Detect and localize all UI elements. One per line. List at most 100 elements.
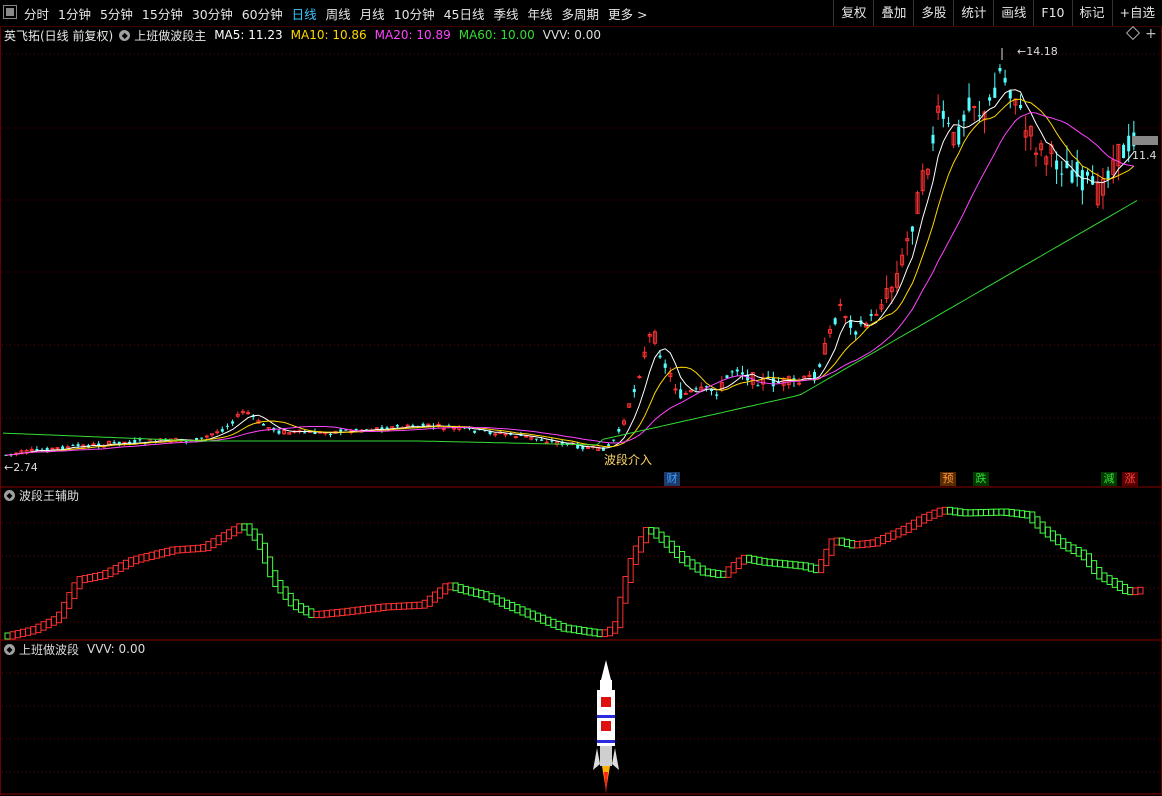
low-arrow-icon: ← — [4, 461, 14, 474]
candle-body-40 — [210, 433, 214, 436]
aux-step-13 — [71, 582, 78, 600]
aux-step-172 — [890, 530, 897, 540]
aux-step-121 — [627, 557, 634, 583]
candle-body-97 — [503, 433, 508, 436]
aux-step-5 — [30, 626, 37, 635]
aux-step-169 — [874, 537, 881, 547]
aux-step-163 — [843, 538, 850, 548]
candle-body-193 — [998, 68, 1002, 72]
aux-step-219 — [1132, 587, 1139, 596]
aux-step-118 — [612, 621, 619, 634]
aux-step-109 — [565, 624, 572, 633]
aux-step-29 — [153, 550, 160, 559]
aux-step-28 — [148, 551, 155, 560]
aux-step-48 — [251, 528, 258, 541]
rocket-flame-core — [604, 772, 608, 794]
aux-step-183 — [946, 506, 953, 515]
candle-body-85 — [441, 428, 446, 431]
aux-step-72 — [375, 604, 382, 612]
aux-step-189 — [977, 509, 984, 517]
aux-step-152 — [787, 560, 794, 569]
candle-body-132 — [683, 392, 688, 395]
candle-body-5 — [29, 448, 34, 451]
aux-step-65 — [339, 608, 346, 617]
aux-step-96 — [498, 597, 505, 607]
aux-step-81 — [421, 599, 428, 609]
aux-step-74 — [385, 603, 392, 611]
aux-step-18 — [97, 571, 104, 580]
candle-body-187 — [967, 97, 971, 111]
aux-step-157 — [813, 564, 820, 574]
aux-step-123 — [637, 536, 644, 553]
aux-step-198 — [1024, 510, 1031, 519]
candle-body-14 — [76, 444, 80, 447]
plus-icon[interactable]: + — [1145, 26, 1157, 42]
stock-name: 英飞拓(日线 前复权) — [4, 28, 114, 43]
aux-step-211 — [1091, 560, 1098, 575]
aux-step-136 — [704, 568, 711, 577]
bottom-settings-icon[interactable]: ◆ — [4, 643, 15, 655]
aux-step-114 — [591, 628, 598, 637]
aux-step-111 — [576, 626, 583, 634]
aux-step-147 — [761, 557, 768, 566]
event-marker-0[interactable]: 财 — [664, 472, 680, 486]
candle-body-134 — [694, 388, 698, 390]
high-arrow-icon: ← — [1017, 45, 1027, 58]
candle-body-186 — [962, 114, 966, 122]
aux-step-193 — [998, 508, 1005, 516]
aux-step-208 — [1075, 547, 1082, 557]
aux-step-159 — [823, 548, 830, 567]
aux-step-199 — [1029, 511, 1036, 524]
aux-step-52 — [272, 570, 279, 588]
event-marker-3[interactable]: 減 — [1101, 472, 1117, 486]
ma20-line — [5, 111, 1134, 456]
candle-body-103 — [534, 438, 538, 440]
aux-step-98 — [509, 601, 516, 612]
event-marker-2[interactable]: 跌 — [973, 472, 989, 486]
aux-step-37 — [195, 544, 202, 553]
candle-body-123 — [637, 376, 642, 379]
event-marker-1[interactable]: 预 — [940, 472, 956, 486]
aux-step-63 — [328, 609, 335, 618]
aux-step-73 — [380, 603, 387, 612]
aux-step-146 — [756, 556, 763, 565]
aux-step-119 — [617, 596, 624, 629]
aux-step-171 — [885, 532, 892, 542]
candle-body-192 — [993, 87, 997, 98]
candle-body-84 — [436, 423, 441, 426]
chart-canvas[interactable] — [0, 0, 1162, 796]
aux-step-93 — [483, 591, 490, 601]
aux-step-176 — [910, 519, 917, 530]
candle-body-39 — [204, 435, 209, 438]
aux-step-46 — [241, 523, 248, 531]
indicator-settings-icon[interactable]: ◆ — [119, 29, 131, 41]
aux-step-80 — [416, 601, 423, 609]
aux-step-173 — [895, 528, 902, 538]
aux-step-16 — [86, 574, 93, 583]
event-marker-4[interactable]: 涨 — [1122, 472, 1138, 486]
aux-step-148 — [766, 558, 773, 567]
ma5-line — [5, 89, 1135, 456]
candle-body-26 — [138, 439, 142, 441]
aux-step-42 — [220, 532, 227, 543]
aux-step-88 — [457, 584, 464, 593]
candle-body-105 — [544, 441, 549, 444]
aux-step-103 — [534, 612, 541, 622]
aux-step-128 — [663, 535, 670, 548]
aux-step-50 — [262, 542, 268, 564]
candle-body-154 — [797, 382, 802, 385]
aux-step-133 — [689, 559, 696, 570]
aux-step-92 — [478, 589, 485, 599]
aux-settings-icon[interactable]: ◆ — [4, 489, 15, 501]
candle-body-17 — [91, 443, 96, 446]
candle-body-140 — [725, 375, 729, 379]
candle-body-44 — [231, 421, 235, 424]
aux-step-201 — [1039, 521, 1046, 534]
aux-step-212 — [1096, 567, 1103, 580]
aux-step-120 — [622, 576, 629, 604]
bottom-legend: ◆ 上班做波段 VVV: 0.00 — [4, 641, 145, 657]
aux-step-43 — [225, 529, 232, 540]
aux-step-25 — [133, 555, 140, 565]
aux-step-51 — [267, 556, 274, 578]
aux-step-166 — [859, 540, 866, 549]
